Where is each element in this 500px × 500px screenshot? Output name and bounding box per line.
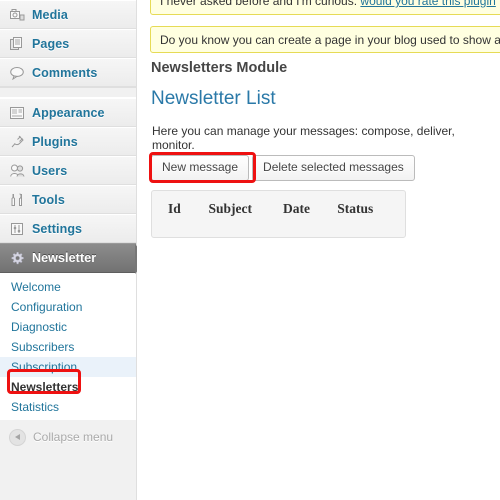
submenu-item-label: Configuration — [11, 300, 83, 314]
module-title: Newsletters Module — [151, 60, 288, 76]
submenu-item-label: Diagnostic — [11, 320, 68, 334]
newsletter-submenu: Welcome Configuration Diagnostic Subscri… — [0, 273, 136, 423]
users-icon — [8, 162, 26, 180]
collapse-menu-button[interactable]: Collapse menu — [0, 420, 136, 454]
sidebar-item-label: Settings — [32, 221, 83, 236]
submenu-item-subscribers[interactable]: Subscribers — [0, 337, 136, 357]
sidebar-divider — [0, 87, 136, 98]
delete-selected-messages-button[interactable]: Delete selected messages — [252, 155, 415, 181]
tools-icon — [8, 191, 26, 209]
sidebar-item-label: Users — [32, 163, 68, 178]
submenu-item-label: Welcome — [11, 280, 61, 294]
notice-create-page: Do you know you can create a page in you… — [150, 26, 500, 53]
sidebar-item-label: Newsletter — [32, 251, 97, 265]
sidebar-item-label: Tools — [32, 192, 65, 207]
submenu-item-label: Subscription — [11, 360, 78, 374]
media-icon — [8, 6, 26, 24]
sidebar-item-label: Appearance — [32, 105, 105, 120]
submenu-item-label: Statistics — [11, 400, 60, 414]
submenu-item-diagnostic[interactable]: Diagnostic — [0, 317, 136, 337]
sidebar-item-label: Media — [32, 7, 68, 22]
newsletter-list-table: Id Subject Date Status — [151, 190, 406, 238]
sidebar-item-label: Comments — [32, 65, 98, 80]
collapse-left-icon — [9, 428, 26, 446]
column-header-date[interactable]: Date — [283, 191, 337, 227]
submenu-item-statistics[interactable]: Statistics — [0, 397, 136, 417]
sidebar-item-users[interactable]: Users — [0, 156, 136, 185]
submenu-item-label: Subscribers — [11, 340, 75, 354]
main-content: I never asked before and I'm curious: wo… — [137, 0, 500, 500]
appearance-icon — [8, 104, 26, 122]
settings-icon — [8, 220, 26, 238]
sidebar-item-media[interactable]: Media — [0, 0, 136, 29]
submenu-item-label: Newsletters — [11, 380, 79, 394]
notice-rate-plugin: I never asked before and I'm curious: wo… — [150, 0, 500, 15]
table-header-row: Id Subject Date Status — [152, 191, 405, 227]
sidebar-item-tools[interactable]: Tools — [0, 185, 136, 214]
column-header-subject[interactable]: Subject — [208, 191, 283, 227]
column-header-status[interactable]: Status — [337, 191, 405, 227]
submenu-item-subscription[interactable]: Subscription — [0, 357, 136, 377]
comments-icon — [8, 64, 26, 82]
plugins-icon — [8, 133, 26, 151]
submenu-item-newsletters[interactable]: Newsletters — [0, 377, 136, 397]
sidebar-item-label: Pages — [32, 36, 70, 51]
sidebar-item-pages[interactable]: Pages — [0, 29, 136, 58]
new-message-button[interactable]: New message — [151, 155, 250, 181]
pages-icon — [8, 35, 26, 53]
column-header-id[interactable]: Id — [152, 191, 208, 227]
notice-rate-text-after: ? ( — [496, 0, 500, 8]
wordpress-admin-screen: Media Pages Comments Appearance Plugins … — [0, 0, 500, 500]
submenu-item-welcome[interactable]: Welcome — [0, 277, 136, 297]
submenu-item-configuration[interactable]: Configuration — [0, 297, 136, 317]
rate-plugin-link[interactable]: would you rate this plugin — [360, 0, 495, 8]
admin-sidebar: Media Pages Comments Appearance Plugins … — [0, 0, 148, 500]
collapse-menu-label: Collapse menu — [33, 430, 114, 444]
action-button-row: New message Delete selected messages — [151, 155, 415, 181]
notice-rate-text-before: I never asked before and I'm curious: — [160, 0, 361, 8]
sidebar-top-menu: Media Pages Comments Appearance Plugins … — [0, 0, 148, 423]
sidebar-item-label: Plugins — [32, 134, 78, 149]
table-body-empty — [152, 227, 405, 237]
gear-icon — [8, 249, 26, 267]
sidebar-item-newsletter[interactable]: Newsletter — [0, 243, 148, 274]
notice-page-text: Do you know you can create a page in you… — [160, 33, 500, 47]
sidebar-item-plugins[interactable]: Plugins — [0, 127, 136, 156]
page-title: Newsletter List — [151, 88, 276, 109]
sidebar-item-comments[interactable]: Comments — [0, 58, 136, 87]
sidebar-item-settings[interactable]: Settings — [0, 214, 136, 243]
sidebar-item-appearance[interactable]: Appearance — [0, 98, 136, 127]
page-description: Here you can manage your messages: compo… — [152, 124, 455, 152]
